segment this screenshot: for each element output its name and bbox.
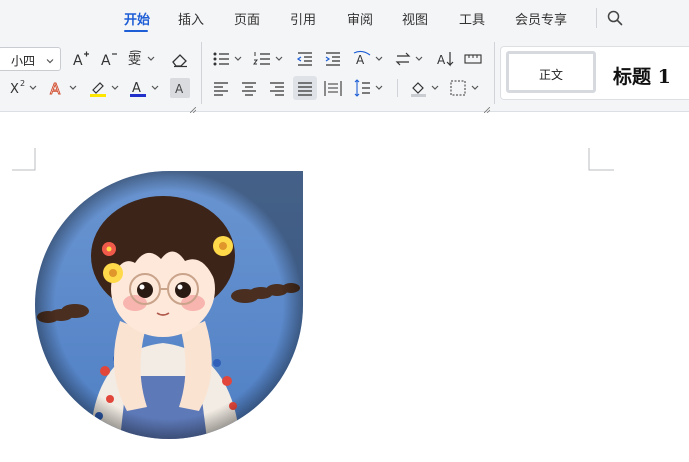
align-right-icon[interactable] bbox=[266, 77, 288, 99]
bullet-list-icon[interactable] bbox=[211, 48, 245, 70]
distributed-icon[interactable] bbox=[322, 77, 344, 99]
increase-font-size-icon[interactable]: A bbox=[70, 48, 92, 70]
text-direction-icon[interactable]: A bbox=[352, 48, 386, 70]
swap-icon[interactable] bbox=[394, 48, 426, 70]
tab-insert[interactable]: 插入 bbox=[178, 9, 204, 28]
ribbon-tabs: 开始 插入 页面 引用 审阅 视图 工具 会员专享 bbox=[0, 0, 689, 36]
tab-view[interactable]: 视图 bbox=[402, 9, 428, 28]
svg-text:A: A bbox=[437, 53, 446, 67]
style-normal-label: 正文 bbox=[538, 68, 563, 82]
svg-text:A: A bbox=[175, 82, 184, 96]
tab-tools[interactable]: 工具 bbox=[459, 9, 485, 28]
svg-text:A: A bbox=[50, 80, 61, 98]
character-shading-icon[interactable]: A bbox=[170, 78, 190, 98]
eraser-icon[interactable] bbox=[169, 48, 191, 70]
paragraph-dialog-launcher-icon[interactable] bbox=[483, 100, 491, 114]
justify-icon[interactable] bbox=[293, 76, 317, 100]
tab-stops-icon[interactable] bbox=[462, 48, 484, 70]
group-separator bbox=[494, 42, 495, 104]
align-left-icon[interactable] bbox=[210, 77, 232, 99]
tab-separator bbox=[596, 8, 597, 28]
highlight-icon[interactable] bbox=[88, 77, 122, 99]
style-normal[interactable]: 正文 bbox=[506, 51, 596, 93]
superscript-icon[interactable]: X2 bbox=[8, 77, 40, 99]
borders-icon[interactable] bbox=[448, 77, 482, 99]
svg-text:A: A bbox=[101, 53, 111, 69]
increase-indent-icon[interactable] bbox=[322, 48, 344, 70]
cropped-picture[interactable] bbox=[35, 171, 303, 439]
svg-text:A: A bbox=[132, 81, 141, 96]
tab-references[interactable]: 引用 bbox=[290, 9, 316, 28]
svg-text:A: A bbox=[356, 53, 365, 67]
sort-icon[interactable]: A bbox=[435, 48, 457, 70]
decrease-indent-icon[interactable] bbox=[294, 48, 316, 70]
chevron-down-icon bbox=[45, 53, 55, 71]
numbered-list-icon[interactable] bbox=[252, 48, 286, 70]
tab-member[interactable]: 会员专享 bbox=[515, 9, 567, 28]
tab-home[interactable]: 开始 bbox=[124, 9, 150, 28]
font-dialog-launcher-icon[interactable] bbox=[189, 100, 197, 114]
font-size-select[interactable]: 小四 bbox=[0, 47, 61, 71]
tab-page[interactable]: 页面 bbox=[234, 9, 260, 28]
svg-text:A: A bbox=[73, 53, 83, 69]
active-tab-indicator bbox=[124, 30, 148, 32]
margin-corner-top-left bbox=[12, 148, 36, 171]
font-color-icon[interactable]: A bbox=[128, 77, 162, 99]
search-icon[interactable] bbox=[606, 9, 624, 27]
group-separator bbox=[201, 42, 202, 104]
ribbon: 开始 插入 页面 引用 审阅 视图 工具 会员专享 小四 A A 雯 X2 A bbox=[0, 0, 689, 114]
align-center-icon[interactable] bbox=[238, 77, 260, 99]
font-size-value: 小四 bbox=[11, 54, 36, 68]
row-separator bbox=[397, 79, 398, 97]
phonetic-guide-icon[interactable]: 雯 bbox=[126, 48, 158, 70]
style-heading1[interactable]: 标题 1 bbox=[613, 62, 671, 89]
svg-text:2: 2 bbox=[20, 79, 25, 88]
paragraph-shading-icon[interactable] bbox=[408, 77, 442, 99]
svg-text:X: X bbox=[10, 82, 19, 97]
decrease-font-size-icon[interactable]: A bbox=[98, 48, 120, 70]
tab-review[interactable]: 审阅 bbox=[347, 9, 373, 28]
svg-text:雯: 雯 bbox=[128, 53, 141, 68]
text-effect-icon[interactable]: A bbox=[48, 77, 80, 99]
line-spacing-icon[interactable] bbox=[352, 77, 386, 99]
margin-corner-top-right bbox=[588, 148, 614, 171]
